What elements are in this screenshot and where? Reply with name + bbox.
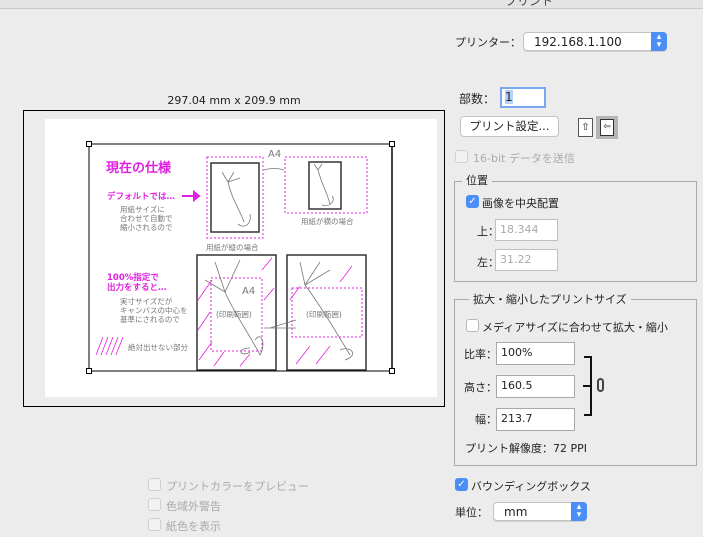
- a4-top-label: A4: [268, 149, 282, 160]
- handle-top-left: [86, 141, 92, 147]
- portrait-a4-outline: [206, 156, 264, 239]
- handle-bottom-left: [86, 368, 92, 374]
- artwork-actual-label: 100%指定で 出力をすると…: [107, 273, 167, 293]
- landscape-orientation-icon: ⇦: [600, 119, 614, 136]
- artwork-heading: 現在の仕様: [106, 161, 172, 176]
- a4-arrows: [263, 168, 297, 329]
- units-label: 単位：: [455, 506, 488, 519]
- portrait-caption: 用紙が縦の場合: [206, 243, 259, 252]
- landscape-paper: [308, 161, 342, 210]
- scaled-size-group-title: 拡大・縮小したプリントサイズ: [469, 291, 631, 307]
- checkmark-icon: ✓: [455, 478, 468, 491]
- arrow-right-icon: [182, 189, 201, 203]
- print-resolution: プリント解像度：72 PPI: [465, 442, 588, 455]
- flower-sketch-1: [221, 171, 251, 227]
- bounding-box[interactable]: [88, 143, 393, 372]
- a4-bottom-label: A4: [242, 286, 256, 297]
- checkmark-icon: ✓: [466, 195, 479, 208]
- print-settings-button[interactable]: プリント設定...: [460, 116, 559, 137]
- portrait-paper: [210, 162, 260, 233]
- artwork-default-note: 用紙サイズに 合わせて自動で 縮小されるので: [120, 205, 173, 232]
- printer-select[interactable]: 192.168.1.100 ▴ ▾: [523, 32, 667, 51]
- units-select[interactable]: mm ▴ ▾: [493, 502, 587, 521]
- artwork-default-label: デフォルトでは…: [107, 192, 176, 202]
- left-input[interactable]: 31.22: [495, 249, 558, 271]
- width-input[interactable]: 213.7: [496, 408, 575, 431]
- scale-label: 比率：: [464, 348, 497, 361]
- copies-label: 部数：: [459, 92, 496, 106]
- height-input[interactable]: 160.5: [496, 375, 575, 398]
- artwork-actual-note: 実寸サイズだが キャンバスの中心を 基準にされるので: [120, 297, 188, 324]
- handle-bottom-right: [389, 368, 395, 374]
- position-group-title: 位置: [462, 172, 492, 188]
- portrait-orientation-icon[interactable]: ⇧: [578, 118, 593, 137]
- chevron-updown-icon: ▴ ▾: [651, 32, 667, 51]
- copies-input[interactable]: 1: [500, 87, 546, 108]
- link-constrain-icon[interactable]: [597, 378, 604, 392]
- height-label: 高さ：: [464, 381, 497, 394]
- handle-top-right: [389, 141, 395, 147]
- scale-input[interactable]: 100%: [496, 342, 575, 365]
- legend-label: 絶対出せない部分: [128, 343, 188, 352]
- flower-sketch-3: [204, 259, 264, 356]
- printer-label: プリンター：: [455, 36, 521, 49]
- landscape-caption: 用紙が横の場合: [301, 217, 354, 226]
- chevron-updown-icon: ▴ ▾: [571, 502, 587, 521]
- top-input[interactable]: 18.344: [495, 219, 558, 241]
- flower-sketch-2: [313, 163, 334, 207]
- width-label: 幅：: [475, 413, 497, 426]
- bounding-box-handles: [86, 141, 395, 374]
- landscape-a4-outline: [284, 156, 368, 214]
- landscape-orientation-button[interactable]: ⇦: [596, 116, 618, 139]
- print-area-label-1: (印刷範囲): [216, 310, 252, 319]
- print-area-label-2: (印刷範囲): [306, 310, 342, 319]
